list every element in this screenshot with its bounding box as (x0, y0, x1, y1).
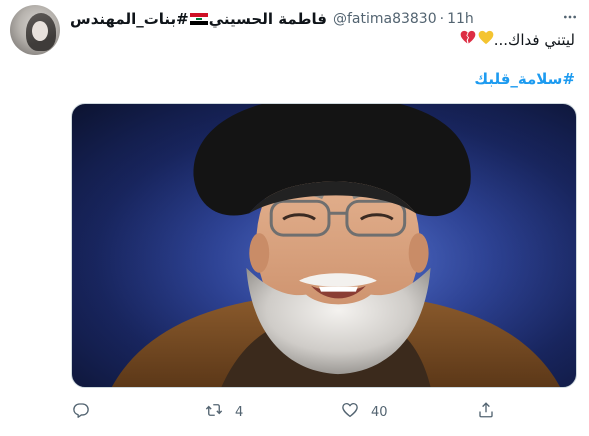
reply-icon (72, 401, 90, 423)
like-count: 40 (371, 404, 388, 420)
like-button[interactable]: 40 (341, 398, 388, 426)
share-icon (477, 401, 495, 423)
iraq-flag-icon (189, 13, 208, 25)
tweet-text: ليتني فداك... (458, 30, 575, 49)
reply-button[interactable] (72, 398, 102, 426)
retweet-icon (205, 401, 223, 423)
tweet-text-body: ليتني فداك... (493, 30, 575, 49)
emoji-group (460, 30, 494, 49)
retweet-count: 4 (235, 404, 244, 420)
tweet-media-image[interactable] (71, 103, 577, 388)
tweet-hashtag-link[interactable]: #سلامة_قلبك (474, 70, 575, 88)
display-name[interactable]: فاطمة الحسيني #بنات_المهندس (70, 10, 327, 28)
tweet[interactable]: فاطمة الحسيني #بنات_المهندس @fatima83830 ·… (0, 0, 589, 436)
tweet-header: فاطمة الحسيني #بنات_المهندس @fatima83830 ·… (70, 8, 474, 30)
share-button[interactable] (477, 398, 495, 426)
tweet-meta: @fatima83830 · 11h (333, 11, 474, 27)
like-icon (341, 401, 359, 423)
handle[interactable]: @fatima83830 (333, 11, 437, 27)
broken-heart-icon (460, 30, 476, 49)
yellow-heart-icon (478, 30, 494, 49)
more-icon[interactable] (558, 6, 582, 28)
avatar-face (32, 21, 48, 41)
timestamp[interactable]: 11h (447, 11, 474, 27)
avatar[interactable] (10, 5, 60, 55)
portrait-illustration (72, 104, 576, 387)
display-name-text: فاطمة الحسيني (208, 10, 327, 28)
display-name-hashtag: #بنات_المهندس (70, 10, 189, 28)
retweet-button[interactable]: 4 (205, 398, 243, 426)
meta-separator: · (439, 11, 445, 27)
tweet-actions: 4 40 (0, 398, 589, 426)
